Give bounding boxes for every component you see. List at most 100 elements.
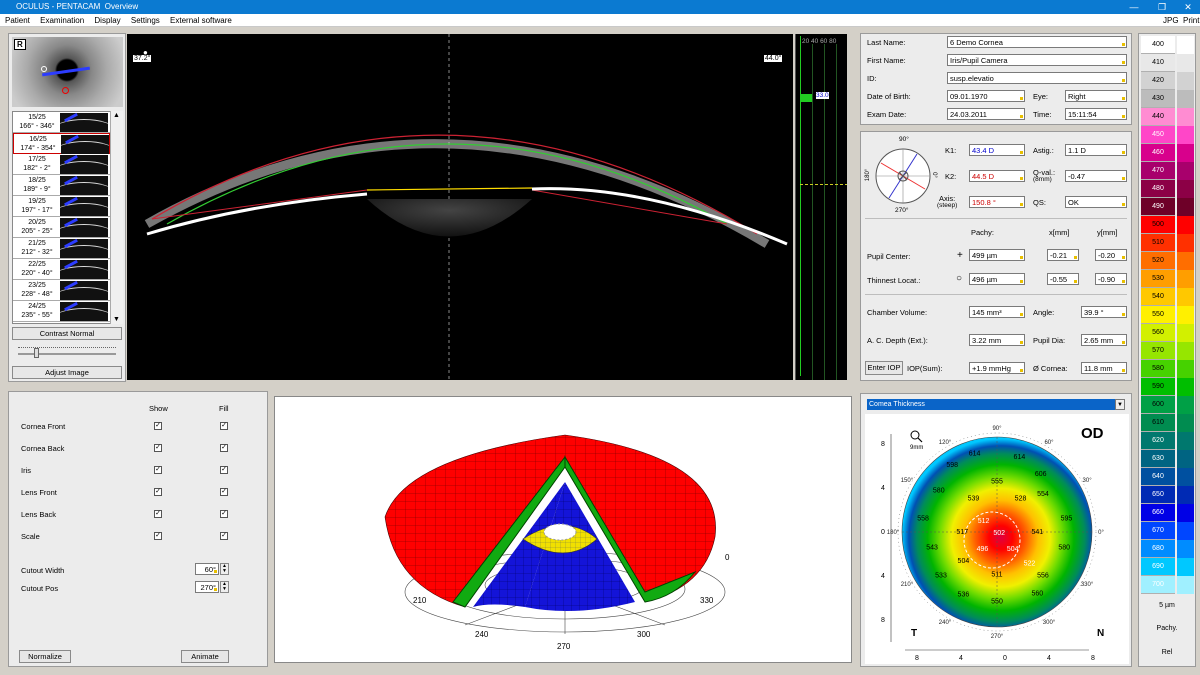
astig-field[interactable]: 1.1 D [1065, 144, 1127, 156]
scale-value: 610 [1141, 414, 1175, 432]
fill-checkbox[interactable]: ✓ [220, 422, 228, 430]
maximize-button[interactable]: ❐ [1148, 0, 1176, 14]
axis-field[interactable]: 150.8 ° [969, 196, 1025, 208]
show-checkbox[interactable]: ✓ [154, 422, 162, 430]
contrast-button[interactable]: Contrast Normal [12, 327, 122, 340]
scan-thumbnail[interactable]: 19/25 197° - 17° [13, 196, 110, 217]
menu-patient[interactable]: Patient [5, 16, 30, 25]
cutout-width-spinner[interactable]: ▲ ▼ [220, 563, 229, 575]
view-title: Overview [104, 2, 139, 11]
show-checkbox[interactable]: ✓ [154, 466, 162, 474]
scan-thumbnail[interactable]: 15/25 166° - 346° [13, 112, 110, 133]
menu-external[interactable]: External software [170, 16, 232, 25]
pupil-dia-field[interactable]: 2.65 mm [1081, 334, 1127, 346]
scan-thumbnail[interactable]: 21/25 212° - 32° [13, 238, 110, 259]
scan-thumbnail[interactable]: 16/25 174° - 354° [13, 133, 110, 154]
map-value: 560 [1031, 591, 1043, 598]
scan-label: 18/25 189° - 9° [23, 177, 51, 193]
menu-examination[interactable]: Examination [40, 16, 84, 25]
qs-field[interactable]: OK [1065, 196, 1127, 208]
fill-checkbox[interactable]: ✓ [220, 532, 228, 540]
scale-value: 600 [1141, 396, 1175, 414]
menu-jpg[interactable]: JPG [1163, 14, 1179, 27]
scan-thumbnail[interactable]: 22/25 220° - 40° [13, 259, 110, 280]
time-field[interactable]: 15:11:54 [1065, 108, 1127, 120]
pupil-y-field[interactable]: -0.20 [1095, 249, 1127, 261]
first-name-field[interactable]: Iris/Pupil Camera [947, 54, 1127, 66]
eye-image[interactable]: R [12, 37, 123, 107]
close-button[interactable]: ✕ [1174, 0, 1200, 14]
y-header: y[mm] [1097, 228, 1118, 237]
cutout-pos-field[interactable]: 270° [195, 581, 219, 593]
scale-value: 560 [1141, 324, 1175, 342]
adjust-slider-track[interactable] [18, 353, 116, 355]
x-tick-label: 0 [1003, 655, 1007, 662]
show-checkbox[interactable]: ✓ [154, 444, 162, 452]
scan-preview [60, 113, 108, 132]
fill-checkbox[interactable]: ✓ [220, 466, 228, 474]
densito-ticks: 20 40 60 80 [802, 38, 837, 45]
animate-button[interactable]: Animate [181, 650, 229, 663]
menu-display[interactable]: Display [94, 16, 120, 25]
map-type-value: Comea Thickness [869, 401, 925, 408]
adjust-image-button[interactable]: Adjust Image [12, 366, 122, 379]
angle-field[interactable]: 39.9 ° [1081, 306, 1127, 318]
enter-iop-button[interactable]: Enter IOP [865, 361, 903, 375]
scale-step-label[interactable]: 5 µm [1141, 598, 1193, 614]
cutout-width-field[interactable]: 60° [195, 563, 219, 575]
scale-swatch [1177, 234, 1194, 252]
chamber-volume-field[interactable]: 145 mm³ [969, 306, 1025, 318]
qval-field[interactable]: -0.47 [1065, 170, 1127, 182]
pupil-x-field[interactable]: -0.21 [1047, 249, 1079, 261]
ring-label: 90° [992, 426, 1002, 432]
scan-list-scrollbar[interactable]: ▲ ▼ [110, 111, 123, 324]
show-checkbox[interactable]: ✓ [154, 532, 162, 540]
scan-thumbnail[interactable]: 18/25 189° - 9° [13, 175, 110, 196]
normalize-button[interactable]: Normalize [19, 650, 71, 663]
last-name-field[interactable]: 6 Demo Cornea [947, 36, 1127, 48]
fill-checkbox[interactable]: ✓ [220, 488, 228, 496]
show-checkbox[interactable]: ✓ [154, 510, 162, 518]
thinnest-pachy-field[interactable]: 496 µm [969, 273, 1025, 285]
nasal-label: N [1097, 628, 1104, 639]
show-header: Show [149, 404, 168, 413]
eye-field[interactable]: Right [1065, 90, 1127, 102]
acd-field[interactable]: 3.22 mm [969, 334, 1025, 346]
menu-print[interactable]: Print [1183, 14, 1199, 27]
scroll-up-icon[interactable]: ▲ [113, 112, 120, 119]
exam-date-field[interactable]: 24.03.2011 [947, 108, 1025, 120]
ring-label: 150° [901, 478, 914, 484]
adjust-slider-thumb[interactable] [34, 348, 39, 358]
chevron-down-icon[interactable]: ▼ [1115, 399, 1125, 410]
scan-thumbnail[interactable]: 20/25 205° - 25° [13, 217, 110, 238]
iop-field[interactable]: +1.9 mmHg [969, 362, 1025, 374]
fill-checkbox[interactable]: ✓ [220, 444, 228, 452]
cornea-dia-field[interactable]: 11.8 mm [1081, 362, 1127, 374]
scale-swatch [1177, 378, 1194, 396]
fill-checkbox[interactable]: ✓ [220, 510, 228, 518]
k1-field[interactable]: 43.4 D [969, 144, 1025, 156]
dob-field[interactable]: 09.01.1970 [947, 90, 1025, 102]
scan-thumbnail[interactable]: 24/25 235° - 55° [13, 301, 110, 322]
scheimpflug-image[interactable]: 37.2° ● 44.0° [127, 34, 793, 380]
show-checkbox[interactable]: ✓ [154, 488, 162, 496]
3d-model-view[interactable]: 0 330 300 270 240 210 [274, 396, 852, 663]
pupil-pachy-field[interactable]: 499 µm [969, 249, 1025, 261]
scale-swatch [1177, 54, 1194, 72]
scale-mode-label[interactable]: Pachy. [1141, 621, 1193, 637]
cutout-pos-spinner[interactable]: ▲ ▼ [220, 581, 229, 593]
menu-settings[interactable]: Settings [131, 16, 160, 25]
thinnest-x-field[interactable]: -0.55 [1047, 273, 1079, 285]
scroll-down-icon[interactable]: ▼ [113, 316, 120, 323]
map-value: 580 [1058, 545, 1070, 552]
k2-field[interactable]: 44.5 D [969, 170, 1025, 182]
scale-rel-label[interactable]: Rel [1141, 645, 1193, 661]
minimize-button[interactable]: — [1120, 0, 1148, 14]
id-field[interactable]: susp.elevatio [947, 72, 1127, 84]
thickness-map[interactable]: 614 614 598 555 606 580 539 528 554 558 517 512 541 5… [865, 414, 1129, 664]
map-value: 533 [935, 573, 947, 580]
scan-thumbnail[interactable]: 17/25 182° - 2° [13, 154, 110, 175]
map-type-dropdown[interactable]: Comea Thickness ▼ [867, 399, 1125, 410]
scan-thumbnail[interactable]: 23/25 228° - 48° [13, 280, 110, 301]
thinnest-y-field[interactable]: -0.90 [1095, 273, 1127, 285]
